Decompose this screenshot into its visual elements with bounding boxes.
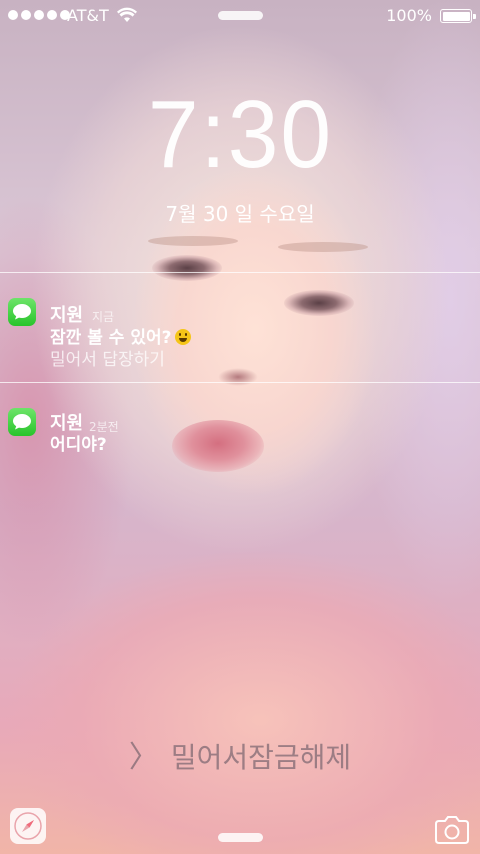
slide-to-unlock[interactable]: 〉 밀어서잠금해제 — [0, 732, 480, 776]
battery-cap — [473, 14, 476, 19]
safari-icon[interactable] — [10, 808, 46, 844]
notification-item[interactable]: 지원 2분전 어디야? — [0, 383, 480, 463]
wifi-icon — [117, 7, 137, 27]
battery-icon — [440, 9, 472, 23]
camera-icon[interactable] — [434, 816, 470, 844]
notification-item[interactable]: 지원 지금 잠깐 볼 수 있어? 밀어서 답장하기 — [0, 273, 480, 381]
messages-icon — [8, 408, 36, 436]
wallpaper-brow-right — [278, 242, 368, 252]
lock-clock: 7:30 — [147, 81, 333, 188]
lock-date: 7월 30 일 수요일 — [165, 202, 315, 226]
notification-message: 어디야? — [50, 435, 107, 455]
messages-icon — [8, 298, 36, 326]
carrier-name: AT&T — [67, 6, 109, 25]
wallpaper-brow-left — [148, 236, 238, 246]
battery-percentage: 100% — [386, 6, 432, 25]
chevron-right-icon: 〉 — [128, 740, 159, 775]
signal-strength-icon — [8, 10, 70, 20]
slide-to-reply[interactable]: 밀어서 답장하기 — [50, 345, 165, 370]
status-bar: AT&T 100% — [0, 0, 480, 32]
notification-center-handle[interactable] — [218, 11, 263, 20]
grinning-emoji-icon — [175, 329, 192, 345]
control-center-handle[interactable] — [218, 833, 263, 842]
unlock-label: 밀어서잠금해제 — [170, 741, 352, 774]
